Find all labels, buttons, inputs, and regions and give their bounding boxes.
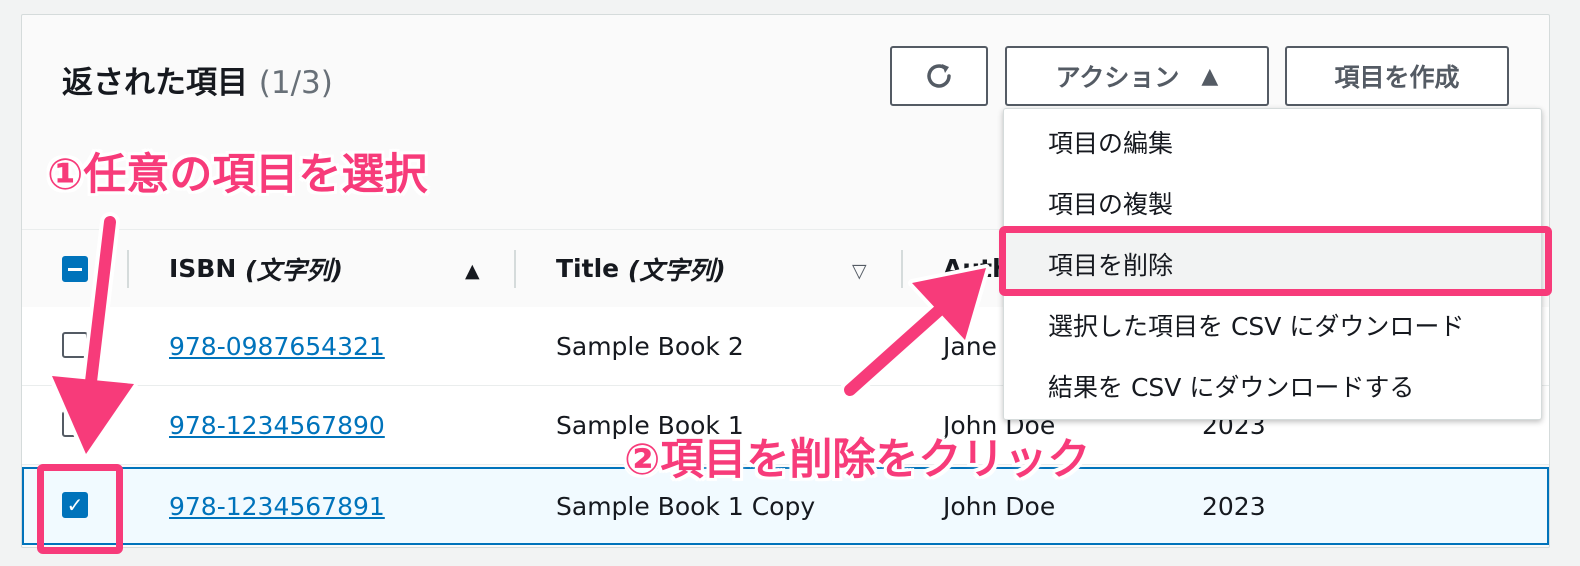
arrow-up-right-icon bbox=[840, 264, 990, 400]
step2-annotation: ②項目を削除をクリック bbox=[624, 435, 1091, 485]
step1-annotation: ①任意の項目を選択 bbox=[47, 150, 428, 200]
arrow-down-icon bbox=[48, 212, 138, 458]
